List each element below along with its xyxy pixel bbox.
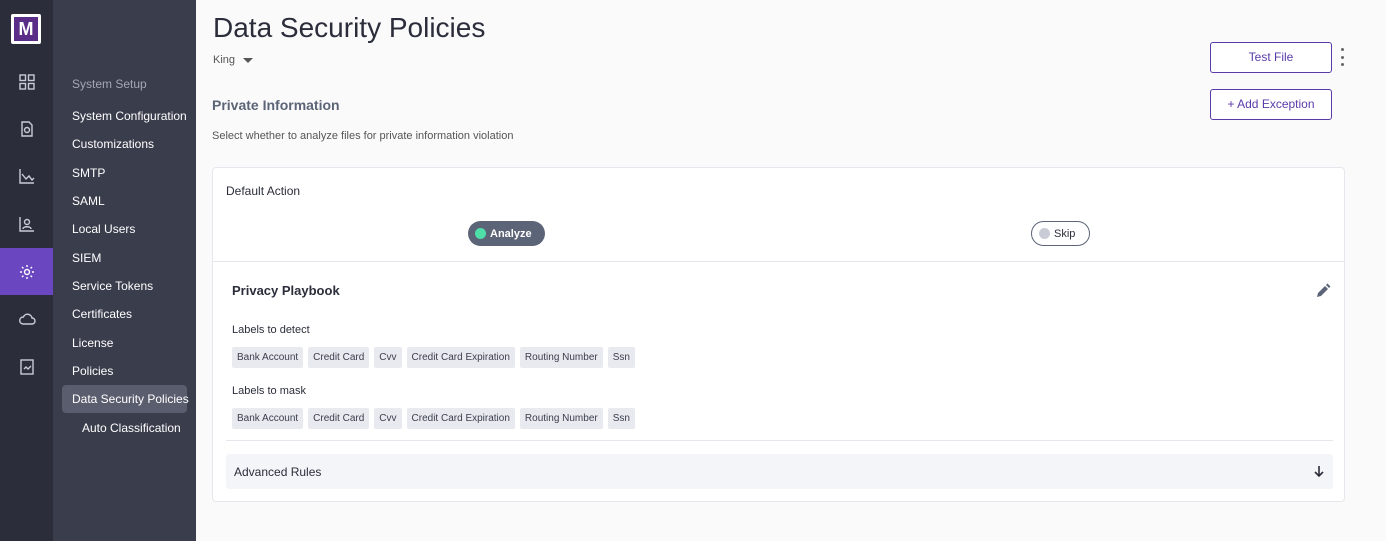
analytics-icon — [18, 168, 34, 184]
skip-label: Skip — [1054, 227, 1076, 240]
test-file-button[interactable]: Test File — [1210, 42, 1332, 73]
mask-chips: Bank Account Credit Card Cvv Credit Card… — [232, 408, 635, 429]
mask-chip: Bank Account — [232, 408, 304, 429]
logo[interactable]: M — [11, 14, 41, 44]
gear-icon — [19, 264, 34, 279]
advanced-rules-toggle[interactable]: Advanced Rules — [226, 454, 1333, 489]
nav-reports[interactable] — [0, 343, 53, 390]
edit-icon[interactable] — [1315, 283, 1331, 299]
labels-to-detect-label: Labels to detect — [232, 324, 310, 336]
nav-dashboard[interactable] — [0, 58, 53, 105]
section-subtitle: Select whether to analyze files for priv… — [212, 130, 514, 142]
nav-users[interactable] — [0, 200, 53, 247]
tenant-name: King — [213, 54, 236, 66]
sidebar-item-saml[interactable]: SAML — [62, 187, 187, 215]
file-shield-icon — [20, 120, 33, 137]
sidebar-item-license[interactable]: License — [62, 329, 187, 357]
mask-chip: Credit Card — [308, 408, 370, 429]
mask-chip: Cvv — [374, 408, 402, 429]
sidebar-item-customizations[interactable]: Customizations — [62, 130, 187, 158]
tenant-selector[interactable]: King — [213, 54, 254, 66]
more-options-icon[interactable] — [1339, 48, 1345, 66]
users-chart-icon — [18, 216, 34, 232]
nav-files[interactable] — [0, 105, 53, 152]
playbook-title: Privacy Playbook — [232, 283, 340, 298]
skip-option[interactable]: Skip — [1031, 221, 1090, 246]
analyze-label: Analyze — [490, 227, 532, 240]
default-action-label: Default Action — [226, 184, 301, 198]
mask-chip: Credit Card Expiration — [406, 408, 515, 429]
mask-chip: Ssn — [607, 408, 635, 429]
policy-card: Default Action Analyze Skip Privacy Play… — [212, 167, 1345, 502]
sidebar-heading: System Setup — [72, 77, 147, 91]
chevron-down-icon — [243, 57, 254, 63]
sidebar-item-local-users[interactable]: Local Users — [62, 215, 187, 243]
add-exception-button[interactable]: + Add Exception — [1210, 89, 1332, 120]
section-title: Private Information — [212, 97, 340, 113]
sidebar-item-siem[interactable]: SIEM — [62, 244, 187, 272]
report-icon — [19, 358, 34, 375]
nav-cloud[interactable] — [0, 295, 53, 342]
divider — [226, 440, 1333, 441]
page-title: Data Security Policies — [213, 12, 486, 43]
main-content: Data Security Policies King Test File + … — [196, 0, 1386, 541]
skip-radio-dot — [1039, 228, 1050, 239]
cloud-icon — [18, 313, 36, 325]
icon-rail: M — [0, 0, 53, 541]
sidebar-item-policies[interactable]: Policies — [62, 357, 187, 385]
nav-analytics[interactable] — [0, 152, 53, 199]
detect-chip: Ssn — [607, 347, 635, 368]
labels-to-mask-label: Labels to mask — [232, 385, 306, 397]
detect-chip: Credit Card Expiration — [406, 347, 515, 368]
advanced-rules-label: Advanced Rules — [234, 465, 322, 479]
sidebar-item-certificates[interactable]: Certificates — [62, 300, 187, 328]
sidebar-item-data-security-policies[interactable]: Data Security Policies — [62, 385, 189, 413]
settings-sidebar: System Setup System Configuration Custom… — [53, 0, 196, 541]
divider — [213, 261, 1344, 262]
detect-chip: Routing Number — [519, 347, 603, 368]
detect-chip: Bank Account — [232, 347, 304, 368]
detect-chips: Bank Account Credit Card Cvv Credit Card… — [232, 347, 635, 368]
mask-chip: Routing Number — [519, 408, 603, 429]
detect-chip: Cvv — [374, 347, 402, 368]
dashboard-icon — [18, 73, 35, 90]
analyze-radio-dot — [475, 228, 486, 239]
sidebar-item-smtp[interactable]: SMTP — [62, 159, 187, 187]
sidebar-item-service-tokens[interactable]: Service Tokens — [62, 272, 187, 300]
analyze-option[interactable]: Analyze — [468, 221, 545, 246]
app: M System Setup System Configuration Cust… — [0, 0, 1386, 541]
logo-letter: M — [14, 17, 38, 41]
sidebar-item-auto-classification[interactable]: Auto Classification — [62, 414, 187, 442]
nav-settings[interactable] — [0, 248, 53, 295]
sidebar-item-system-configuration[interactable]: System Configuration — [62, 102, 187, 130]
detect-chip: Credit Card — [308, 347, 370, 368]
arrow-down-icon — [1314, 466, 1324, 478]
